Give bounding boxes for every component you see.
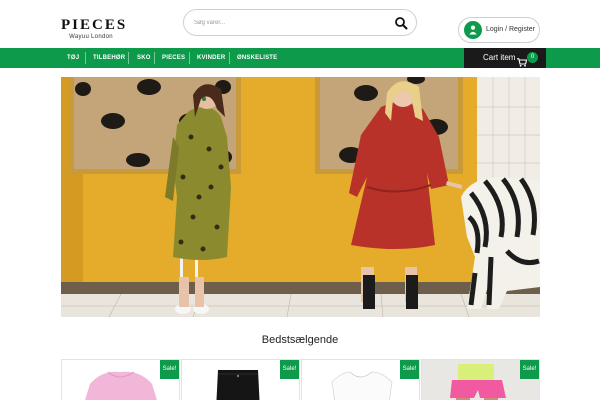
nav-item-toj[interactable]: TØJ bbox=[67, 48, 79, 68]
hero-photo bbox=[61, 77, 540, 317]
user-icon bbox=[464, 21, 482, 39]
product-card[interactable]: Sale! bbox=[421, 359, 540, 400]
header: PIECES Wayuu London Login / Register bbox=[0, 0, 600, 48]
login-register-label: Login / Register bbox=[486, 26, 536, 33]
sale-badge: Sale! bbox=[280, 360, 299, 379]
search-icon[interactable] bbox=[394, 16, 408, 30]
hero-banner[interactable] bbox=[61, 77, 540, 317]
cart-label: Cart item bbox=[483, 53, 516, 62]
product-card[interactable]: Sale! bbox=[301, 359, 420, 400]
bestsellers-heading: Bedstsælgende bbox=[261, 334, 339, 346]
nav-item-pieces[interactable]: PIECES bbox=[162, 48, 185, 68]
brand-logo[interactable]: PIECES Wayuu London bbox=[61, 17, 128, 41]
nav-item-tilbehor[interactable]: TILBEHØR bbox=[93, 48, 125, 68]
nav-divider bbox=[229, 52, 230, 64]
page: PIECES Wayuu London Login / Register bbox=[0, 0, 600, 400]
product-card[interactable]: Sale! bbox=[181, 359, 300, 400]
cart-button[interactable]: Cart item 0 bbox=[464, 48, 546, 68]
sale-badge: Sale! bbox=[400, 360, 419, 379]
nav-item-onskeliste[interactable]: ØNSKELISTE bbox=[237, 48, 277, 68]
nav-item-kvinder[interactable]: KVINDER bbox=[197, 48, 225, 68]
nav-item-sko[interactable]: SKO bbox=[137, 48, 151, 68]
nav-divider bbox=[128, 52, 129, 64]
nav-divider bbox=[189, 52, 190, 64]
login-register-button[interactable]: Login / Register bbox=[458, 17, 540, 43]
search-bar bbox=[183, 9, 417, 36]
nav-divider bbox=[85, 52, 86, 64]
sale-badge: Sale! bbox=[160, 360, 179, 379]
cart-icon bbox=[517, 54, 528, 72]
brand-name: PIECES bbox=[61, 17, 128, 33]
brand-tagline: Wayuu London bbox=[69, 34, 113, 40]
product-card[interactable]: Sale! bbox=[61, 359, 180, 400]
search-input[interactable] bbox=[194, 15, 384, 31]
cart-count-badge: 0 bbox=[527, 52, 538, 63]
nav-divider bbox=[154, 52, 155, 64]
sale-badge: Sale! bbox=[520, 360, 539, 379]
